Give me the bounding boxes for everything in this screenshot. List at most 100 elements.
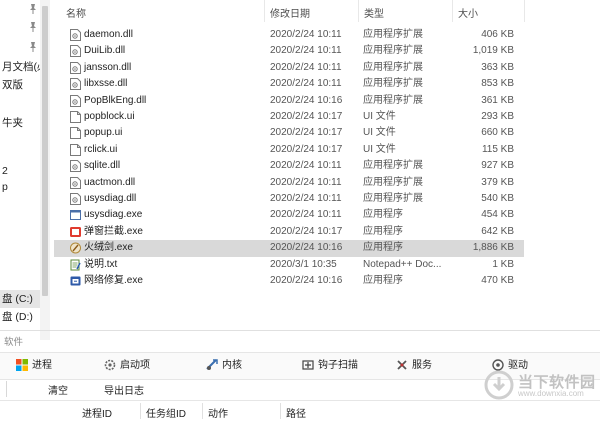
file-type: 应用程序扩展 — [363, 29, 423, 40]
nav-item[interactable]: p — [0, 178, 40, 196]
nav-item[interactable] — [0, 18, 40, 36]
column-divider[interactable] — [452, 0, 453, 22]
file-name: 弹窗拦截.exe — [84, 225, 143, 237]
file-row[interactable]: usysdiag.exe 2020/2/24 10:11 应用程序 454 KB — [54, 207, 524, 223]
column-header-pid[interactable]: 进程ID — [82, 405, 112, 420]
file-type: 应用程序扩展 — [363, 61, 423, 73]
nav-scrollbar[interactable] — [40, 0, 50, 340]
export-log-button[interactable]: 导出日志 — [104, 382, 144, 397]
huorong-sword-icon — [70, 242, 81, 254]
file-row[interactable]: rclick.ui 2020/2/24 10:17 UI 文件 115 KB — [54, 142, 524, 158]
file-type: Notepad++ Doc... — [363, 258, 442, 270]
file-row[interactable]: usysdiag.dll 2020/2/24 10:11 应用程序扩展 540 KB — [54, 191, 524, 207]
file-date: 2020/2/24 10:17 — [270, 143, 343, 155]
startup-gear-icon — [104, 359, 116, 371]
file-type: 应用程序 — [363, 242, 403, 254]
column-divider[interactable] — [524, 0, 525, 22]
column-divider[interactable] — [140, 403, 141, 419]
file-date: 2020/2/24 10:11 — [270, 45, 342, 57]
file-type: 应用程序 — [363, 275, 403, 286]
toolbar-separator — [6, 381, 7, 397]
blank-file-icon — [70, 111, 81, 123]
file-size: 1 KB — [492, 258, 514, 270]
file-row[interactable]: 火绒剑.exe 2020/2/24 10:16 应用程序 1,886 KB — [54, 240, 524, 257]
nav-item-drive-c[interactable]: 盘 (C:) — [0, 290, 40, 308]
file-row[interactable]: PopBlkEng.dll 2020/2/24 10:16 应用程序扩展 361 KB — [54, 93, 524, 109]
file-date: 2020/2/24 10:17 — [270, 225, 343, 237]
file-row[interactable]: popup.ui 2020/2/24 10:17 UI 文件 660 KB — [54, 125, 524, 141]
file-size: 470 KB — [481, 275, 514, 286]
file-row[interactable]: popblock.ui 2020/2/24 10:17 UI 文件 293 KB — [54, 109, 524, 125]
network-repair-icon — [70, 275, 81, 287]
file-row[interactable]: 说明.txt 2020/3/1 10:35 Notepad++ Doc... 1 KB — [54, 257, 524, 273]
file-size: 927 KB — [481, 160, 514, 172]
file-row[interactable]: 网络修复.exe 2020/2/24 10:16 应用程序 470 KB — [54, 273, 524, 289]
tab-startup[interactable]: 启动项 — [104, 353, 150, 379]
nav-item[interactable] — [0, 134, 40, 152]
column-divider[interactable] — [358, 0, 359, 22]
nav-item[interactable] — [0, 96, 40, 114]
column-divider[interactable] — [264, 0, 265, 22]
file-type: 应用程序 — [363, 209, 403, 221]
file-row[interactable]: libxsse.dll 2020/2/24 10:11 应用程序扩展 853 KB — [54, 76, 524, 92]
file-name: DuiLib.dll — [84, 45, 126, 57]
file-type: 应用程序扩展 — [363, 176, 423, 188]
column-divider[interactable] — [280, 403, 281, 419]
clear-button[interactable]: 清空 — [48, 382, 68, 397]
file-name: 火绒剑.exe — [84, 242, 133, 254]
watermark-logo-icon — [484, 370, 514, 400]
nav-item[interactable] — [0, 0, 40, 18]
file-row[interactable]: 弹窗拦截.exe 2020/2/24 10:17 应用程序 642 KB — [54, 224, 524, 240]
file-type: UI 文件 — [363, 127, 396, 139]
tab-kernel[interactable]: 内核 — [206, 353, 242, 379]
file-name: rclick.ui — [84, 143, 118, 155]
file-row[interactable]: jansson.dll 2020/2/24 10:11 应用程序扩展 363 KB — [54, 60, 524, 76]
nav-item[interactable]: 牛夹 — [0, 114, 40, 132]
file-size: 363 KB — [481, 61, 514, 73]
nav-item[interactable] — [0, 38, 40, 56]
file-size: 454 KB — [481, 209, 514, 221]
file-date: 2020/2/24 10:11 — [270, 160, 342, 172]
column-divider[interactable] — [202, 403, 203, 419]
file-date: 2020/2/24 10:11 — [270, 29, 342, 40]
column-header-tid[interactable]: 任务组ID — [146, 405, 186, 420]
dll-file-icon — [70, 94, 81, 107]
nav-item[interactable]: 双版 — [0, 76, 40, 94]
column-header-path[interactable]: 路径 — [286, 405, 306, 420]
file-row[interactable]: DuiLib.dll 2020/2/24 10:11 应用程序扩展 1,019 KB — [54, 43, 524, 59]
file-row[interactable]: uactmon.dll 2020/2/24 10:11 应用程序扩展 379 KB — [54, 175, 524, 191]
blank-file-icon — [70, 127, 81, 140]
dll-file-icon — [70, 29, 81, 41]
file-name: usysdiag.exe — [84, 209, 143, 221]
file-list: 名称 修改日期 类型 大小 daemon.dll 2020/2/24 10:11 应… — [54, 0, 600, 330]
column-header-name[interactable]: 名称 — [66, 5, 86, 20]
file-date: 2020/2/24 10:11 — [270, 61, 342, 73]
column-header-type[interactable]: 类型 — [364, 5, 384, 20]
watermark: 当下软件园 www.downxia.com — [484, 370, 600, 404]
file-name: PopBlkEng.dll — [84, 94, 147, 106]
file-size: 853 KB — [481, 78, 514, 90]
file-row[interactable]: sqlite.dll 2020/2/24 10:11 应用程序扩展 927 KB — [54, 158, 524, 174]
column-header-action[interactable]: 动作 — [208, 405, 228, 420]
column-header-date[interactable]: 修改日期 — [270, 5, 310, 20]
nav-item[interactable]: 月文档(必 — [0, 58, 40, 76]
tab-service[interactable]: 服务 — [396, 353, 432, 379]
file-name: sqlite.dll — [84, 160, 121, 172]
tab-process[interactable]: 进程 — [16, 353, 52, 379]
file-row[interactable]: daemon.dll 2020/2/24 10:11 应用程序扩展 406 KB — [54, 27, 524, 43]
exe-window-icon — [70, 209, 81, 221]
nav-scrollbar-thumb[interactable] — [42, 6, 48, 296]
nav-item-drive-d[interactable]: 盘 (D:) — [0, 308, 40, 326]
file-name: uactmon.dll — [84, 176, 136, 188]
column-header-size[interactable]: 大小 — [458, 5, 478, 20]
popup-block-icon — [70, 226, 81, 238]
file-size: 406 KB — [481, 29, 514, 40]
tool-title: 软件 — [4, 337, 24, 348]
notepad-icon — [70, 259, 81, 271]
file-name: popup.ui — [84, 127, 123, 139]
tab-hook-scan[interactable]: 钩子扫描 — [302, 353, 358, 379]
file-date: 2020/2/24 10:16 — [270, 275, 343, 286]
file-name: daemon.dll — [84, 29, 133, 40]
blank-file-icon — [70, 143, 81, 156]
file-name: jansson.dll — [84, 61, 132, 73]
